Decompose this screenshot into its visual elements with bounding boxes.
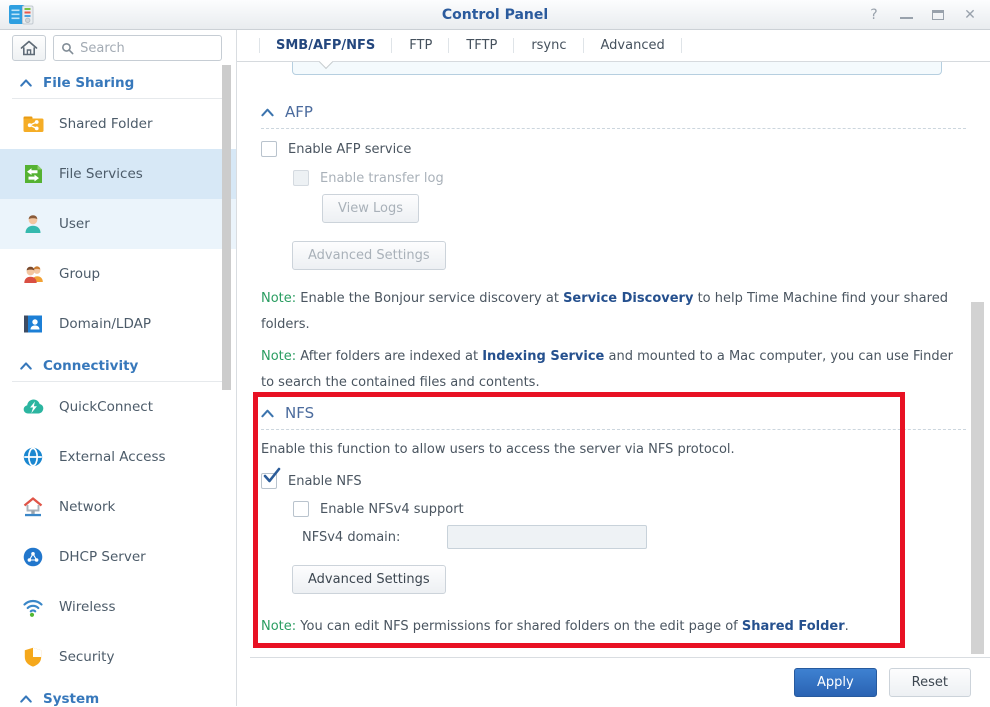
sidebar-item-user[interactable]: User (0, 199, 236, 249)
service-discovery-link[interactable]: Service Discovery (563, 291, 693, 306)
nfs-note-permissions: Note: You can edit NFS permissions for s… (261, 614, 966, 640)
afp-note-indexing: Note: After folders are indexed at Index… (261, 344, 966, 396)
sidebar-item-shared-folder[interactable]: Shared Folder (0, 99, 236, 149)
sidebar-item-quickconnect[interactable]: QuickConnect (0, 382, 236, 432)
window-title: Control Panel (0, 7, 990, 23)
afp-section: AFP Enable AFP service Enable transfe (261, 102, 966, 396)
home-icon (19, 39, 39, 57)
sidebar-item-external-access[interactable]: External Access (0, 432, 236, 482)
afp-note-bonjour: Note: Enable the Bonjour service discove… (261, 286, 966, 338)
quickconnect-icon (20, 394, 46, 420)
content-area: SMB/AFP/NFS FTP TFTP rsync Advanced AFP (237, 30, 990, 706)
shared-folder-link[interactable]: Shared Folder (742, 619, 845, 634)
sidebar-scrollbar[interactable] (222, 65, 231, 390)
domain-ldap-icon (20, 311, 46, 337)
nfs-section-header[interactable]: NFS (261, 403, 966, 423)
dhcp-server-icon (20, 544, 46, 570)
sidebar-item-file-services[interactable]: File Services (0, 149, 236, 199)
chevron-up-icon (20, 362, 32, 370)
security-icon (20, 644, 46, 670)
enable-transfer-log-row: Enable transfer log (293, 170, 966, 186)
user-icon (20, 211, 46, 237)
enable-transfer-log-checkbox[interactable] (293, 170, 309, 186)
maximize-button[interactable] (930, 7, 946, 23)
sidebar-item-security[interactable]: Security (0, 632, 236, 682)
nfs-section: NFS Enable this function to allow users … (261, 403, 966, 640)
reset-button[interactable]: Reset (889, 668, 971, 697)
control-panel-window: Control Panel ? ✕ (0, 0, 990, 707)
sidebar: File Sharing Shared Folder (0, 30, 237, 706)
enable-nfsv4-row: Enable NFSv4 support (293, 501, 966, 517)
scrolled-input-edge (292, 62, 942, 75)
content-scrollbar[interactable] (971, 302, 984, 654)
enable-afp-label: Enable AFP service (288, 142, 411, 157)
sidebar-section-connectivity[interactable]: Connectivity (12, 349, 224, 382)
tab-smb-afp-nfs[interactable]: SMB/AFP/NFS (259, 30, 392, 61)
file-services-icon (20, 161, 46, 187)
section-divider (261, 429, 966, 430)
settings-pane: AFP Enable AFP service Enable transfe (237, 62, 990, 657)
tab-ftp[interactable]: FTP (392, 30, 449, 61)
tab-rsync[interactable]: rsync (514, 30, 583, 61)
apply-button[interactable]: Apply (794, 668, 877, 697)
nfs-description: Enable this function to allow users to a… (261, 442, 966, 457)
tab-advanced[interactable]: Advanced (584, 30, 682, 61)
sidebar-section-file-sharing[interactable]: File Sharing (12, 66, 224, 99)
tab-bar: SMB/AFP/NFS FTP TFTP rsync Advanced (237, 30, 990, 62)
close-button[interactable]: ✕ (962, 7, 978, 23)
enable-nfsv4-checkbox[interactable] (293, 501, 309, 517)
view-logs-button[interactable]: View Logs (322, 194, 419, 223)
chevron-up-icon (20, 695, 32, 703)
nfsv4-domain-row: NFSv4 domain: (302, 525, 966, 549)
nfsv4-domain-input[interactable] (447, 525, 647, 549)
sidebar-item-group[interactable]: Group (0, 249, 236, 299)
shared-folder-icon (20, 111, 46, 137)
bottom-bar: Apply Reset (250, 657, 990, 706)
titlebar: Control Panel ? ✕ (0, 0, 990, 30)
help-button[interactable]: ? (866, 7, 882, 23)
indexing-service-link[interactable]: Indexing Service (482, 349, 604, 364)
collapse-chevron-icon (261, 108, 274, 117)
search-input[interactable] (80, 41, 214, 56)
afp-section-header[interactable]: AFP (261, 102, 966, 122)
wireless-icon (20, 594, 46, 620)
search-icon (61, 41, 74, 56)
enable-afp-row: Enable AFP service (261, 141, 966, 157)
afp-advanced-settings-button[interactable]: Advanced Settings (292, 241, 446, 270)
enable-nfs-checkbox[interactable] (261, 473, 277, 489)
sidebar-section-system[interactable]: System (12, 682, 224, 706)
sidebar-item-domain-ldap[interactable]: Domain/LDAP (0, 299, 236, 349)
section-divider (261, 128, 966, 129)
tab-tftp[interactable]: TFTP (449, 30, 514, 61)
enable-nfs-label: Enable NFS (288, 474, 362, 489)
sidebar-item-wireless[interactable]: Wireless (0, 582, 236, 632)
enable-nfsv4-label: Enable NFSv4 support (320, 502, 464, 517)
search-box (53, 35, 222, 61)
nfs-advanced-settings-button[interactable]: Advanced Settings (292, 565, 446, 594)
enable-afp-checkbox[interactable] (261, 141, 277, 157)
collapse-chevron-icon (261, 409, 274, 418)
group-icon (20, 261, 46, 287)
nfsv4-domain-label: NFSv4 domain: (302, 530, 400, 545)
home-button[interactable] (12, 35, 46, 61)
network-icon (20, 494, 46, 520)
sidebar-item-dhcp-server[interactable]: DHCP Server (0, 532, 236, 582)
minimize-button[interactable] (898, 7, 914, 23)
sidebar-item-network[interactable]: Network (0, 482, 236, 532)
chevron-up-icon (20, 79, 32, 87)
external-access-icon (20, 444, 46, 470)
enable-nfs-row: Enable NFS (261, 473, 966, 489)
enable-transfer-log-label: Enable transfer log (320, 171, 444, 186)
